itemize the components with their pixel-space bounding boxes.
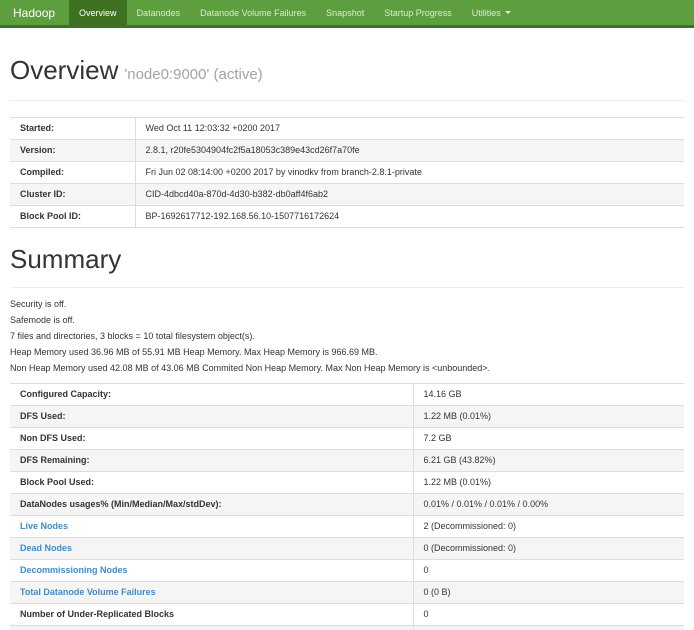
summary-label-cell: Number of Blocks Pending Deletion [10,626,413,630]
info-label: Block Pool ID: [10,206,135,228]
summary-value: 0 [413,626,684,630]
summary-label-cell: DFS Used: [10,406,413,428]
divider [10,100,684,101]
chevron-down-icon [505,11,511,14]
summary-label-cell: DataNodes usages% (Min/Median/Max/stdDev… [10,494,413,516]
summary-label: DFS Remaining: [20,455,90,465]
nav-tabs: Overview Datanodes Datanode Volume Failu… [69,0,521,25]
summary-value: 0 [413,560,684,582]
nav-tab[interactable]: Datanode Volume Failures [190,0,316,25]
summary-note: Non Heap Memory used 42.08 MB of 43.06 M… [10,364,684,373]
main-content: Overview 'node0:9000' (active) Started: W… [0,55,694,630]
summary-label[interactable]: Dead Nodes [20,543,72,553]
info-label: Compiled: [10,162,135,184]
summary-label-cell: Total Datanode Volume Failures [10,582,413,604]
nav-tab[interactable]: Utilities [462,0,521,25]
summary-label-cell: DFS Remaining: [10,450,413,472]
nav-tab[interactable]: Snapshot [316,0,374,25]
info-value: Fri Jun 02 08:14:00 +0200 2017 by vinodk… [135,162,684,184]
table-row: Version: 2.8.1, r20fe5304904fc2f5a18053c… [10,140,684,162]
info-label: Cluster ID: [10,184,135,206]
info-label: Started: [10,118,135,140]
table-row: Decommissioning Nodes 0 [10,560,684,582]
table-row: Number of Blocks Pending Deletion 0 [10,626,684,630]
info-value: 2.8.1, r20fe5304904fc2f5a18053c389e43cd2… [135,140,684,162]
nav-tab-label: Datanodes [137,8,181,18]
nav-tab-label: Snapshot [326,8,364,18]
summary-note: 7 files and directories, 3 blocks = 10 t… [10,332,684,341]
nav-tab[interactable]: Startup Progress [374,0,462,25]
summary-value: 6.21 GB (43.82%) [413,450,684,472]
summary-note: Security is off. [10,300,684,309]
summary-value: 0 (0 B) [413,582,684,604]
table-row: Number of Under-Replicated Blocks 0 [10,604,684,626]
table-row: DFS Used: 1.22 MB (0.01%) [10,406,684,428]
table-row: Dead Nodes 0 (Decommissioned: 0) [10,538,684,560]
summary-value: 0 (Decommissioned: 0) [413,538,684,560]
summary-title: Summary [10,244,684,275]
summary-value: 2 (Decommissioned: 0) [413,516,684,538]
table-row: Live Nodes 2 (Decommissioned: 0) [10,516,684,538]
summary-label-cell: Configured Capacity: [10,384,413,406]
table-row: DataNodes usages% (Min/Median/Max/stdDev… [10,494,684,516]
summary-table: Configured Capacity: 14.16 GB DFS Used: … [10,383,684,630]
nav-tab[interactable]: Overview [69,0,127,25]
summary-value: 0.01% / 0.01% / 0.01% / 0.00% [413,494,684,516]
nav-tab[interactable]: Datanodes [127,0,191,25]
nav-tab-label: Startup Progress [384,8,452,18]
summary-value: 14.16 GB [413,384,684,406]
overview-title: Overview [10,55,118,85]
nav-tab-label: Utilities [472,8,501,18]
summary-value: 1.22 MB (0.01%) [413,472,684,494]
summary-value: 1.22 MB (0.01%) [413,406,684,428]
summary-note: Heap Memory used 36.96 MB of 55.91 MB He… [10,348,684,357]
table-row: Cluster ID: CID-4dbcd40a-870d-4d30-b382-… [10,184,684,206]
page-title: Overview 'node0:9000' (active) [10,55,684,86]
info-value: CID-4dbcd40a-870d-4d30-b382-db0aff4f6ab2 [135,184,684,206]
table-row: Block Pool ID: BP-1692617712-192.168.56.… [10,206,684,228]
table-row: DFS Remaining: 6.21 GB (43.82%) [10,450,684,472]
nav-tab-label: Datanode Volume Failures [200,8,306,18]
table-row: Started: Wed Oct 11 12:03:32 +0200 2017 [10,118,684,140]
summary-label-cell: Live Nodes [10,516,413,538]
summary-label: Configured Capacity: [20,389,111,399]
info-value: Wed Oct 11 12:03:32 +0200 2017 [135,118,684,140]
summary-label: DFS Used: [20,411,66,421]
summary-label-cell: Number of Under-Replicated Blocks [10,604,413,626]
summary-label: Block Pool Used: [20,477,94,487]
table-row: Block Pool Used: 1.22 MB (0.01%) [10,472,684,494]
namenode-address: 'node0:9000' (active) [124,66,262,83]
summary-note: Safemode is off. [10,316,684,325]
brand-hadoop[interactable]: Hadoop [0,0,69,25]
table-row: Configured Capacity: 14.16 GB [10,384,684,406]
table-row: Total Datanode Volume Failures 0 (0 B) [10,582,684,604]
summary-label-cell: Block Pool Used: [10,472,413,494]
summary-value: 7.2 GB [413,428,684,450]
summary-value: 0 [413,604,684,626]
info-value: BP-1692617712-192.168.56.10-150771617262… [135,206,684,228]
namenode-info-table: Started: Wed Oct 11 12:03:32 +0200 2017 … [10,117,684,228]
summary-label[interactable]: Decommissioning Nodes [20,565,128,575]
summary-label[interactable]: Total Datanode Volume Failures [20,587,156,597]
summary-label: Non DFS Used: [20,433,86,443]
summary-label-cell: Decommissioning Nodes [10,560,413,582]
summary-notes: Security is off. Safemode is off. 7 file… [10,300,684,373]
summary-label-cell: Non DFS Used: [10,428,413,450]
divider [10,287,684,288]
summary-label[interactable]: Live Nodes [20,521,68,531]
summary-label: DataNodes usages% (Min/Median/Max/stdDev… [20,499,222,509]
summary-label: Number of Under-Replicated Blocks [20,609,174,619]
top-navbar: Hadoop Overview Datanodes Datanode Volum… [0,0,694,28]
info-label: Version: [10,140,135,162]
summary-label-cell: Dead Nodes [10,538,413,560]
table-row: Compiled: Fri Jun 02 08:14:00 +0200 2017… [10,162,684,184]
table-row: Non DFS Used: 7.2 GB [10,428,684,450]
nav-tab-label: Overview [79,8,117,18]
